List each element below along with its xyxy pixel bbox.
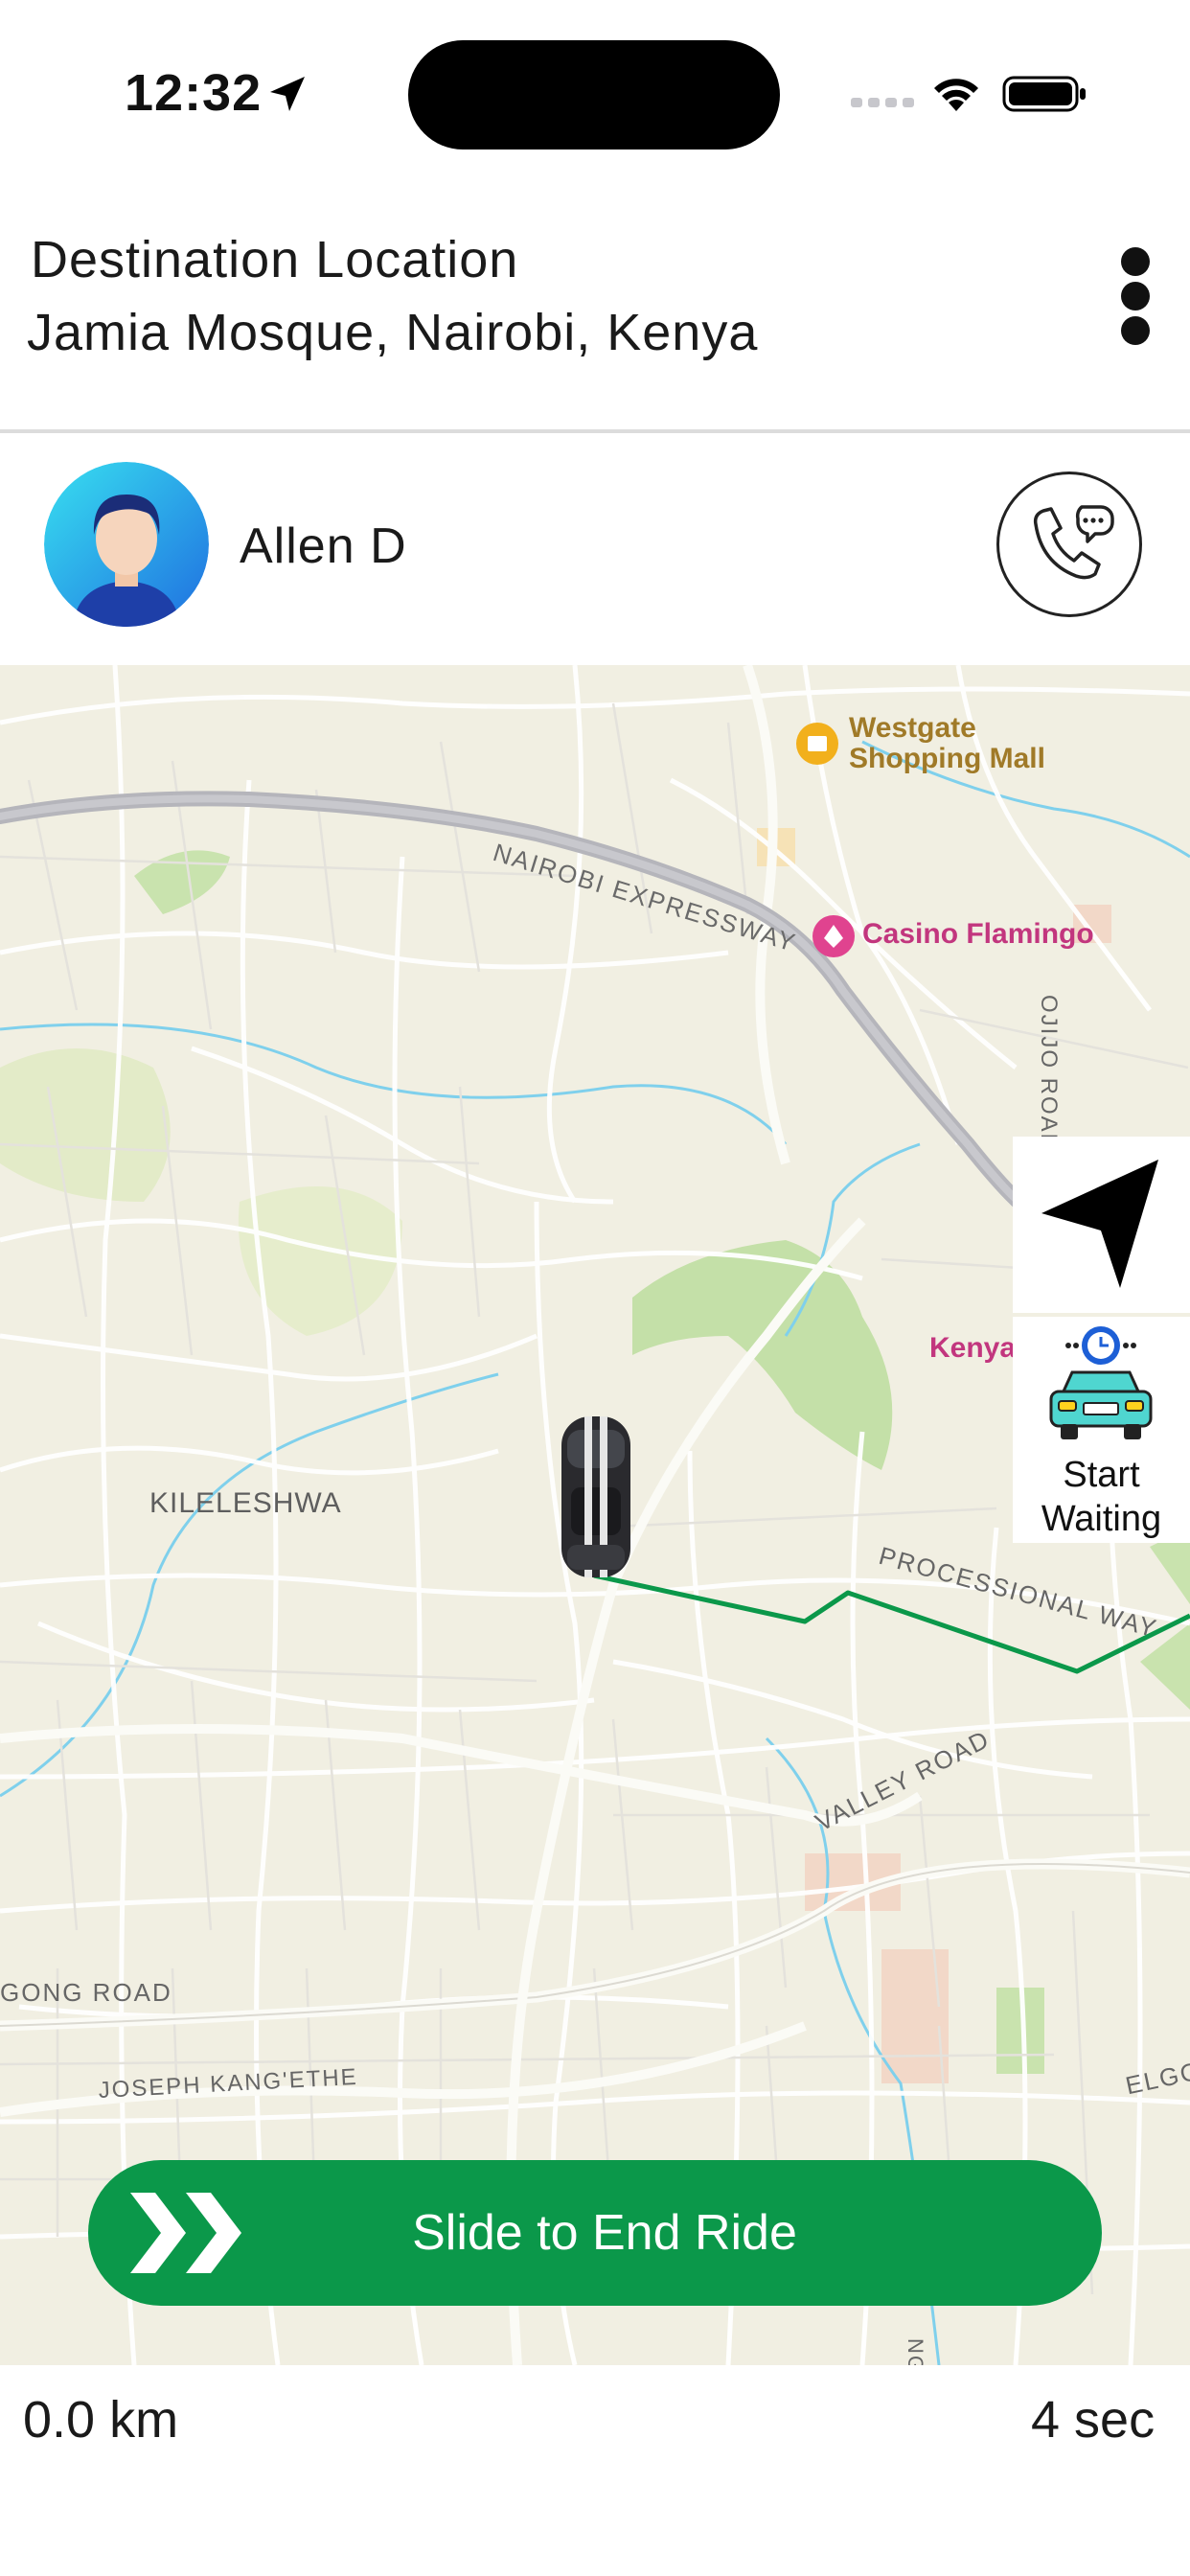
trip-distance: 0.0 km: [23, 2391, 179, 2449]
rider-avatar: [44, 462, 209, 627]
recenter-location-button[interactable]: [1013, 1137, 1190, 1313]
phone-chat-icon: [1033, 505, 1114, 580]
status-time: 12:32: [125, 64, 263, 122]
map-label-westgate: Westgate Shopping Mall: [849, 712, 1045, 774]
map-label-ojijo-road: OJIJO ROAD: [1036, 995, 1062, 1153]
dynamic-island: [408, 40, 780, 150]
header-divider: [0, 429, 1190, 433]
map-label-nga: NGA: [904, 2338, 927, 2365]
map-label-ngong-road: GONG ROAD: [0, 1978, 172, 2007]
map-label-kenya: Kenya: [929, 1332, 1017, 1364]
rider-name: Allen D: [240, 518, 407, 574]
wifi-icon: [934, 79, 978, 111]
user-avatar-icon: [44, 462, 209, 627]
battery-icon: [1002, 76, 1086, 112]
trip-duration: 4 sec: [1031, 2391, 1156, 2449]
slide-label: Slide to End Ride: [412, 2205, 797, 2261]
taxi-clock-icon: [1049, 1326, 1153, 1439]
location-arrow-icon: [270, 77, 305, 111]
slide-to-end-ride[interactable]: Slide to End Ride: [88, 2160, 1102, 2306]
vehicle-marker-icon: [561, 1416, 630, 1577]
destination-caption: Destination Location: [31, 231, 519, 288]
map-label-kileleshwa: KILELESHWA: [149, 1487, 342, 1519]
more-options-button[interactable]: [1111, 242, 1161, 347]
signal-icon: [851, 98, 914, 107]
map-label-casino: Casino Flamingo: [862, 918, 1094, 950]
map-view[interactable]: Westgate Shopping Mall NAIROBI EXPRESSWA…: [0, 665, 1190, 2365]
navigation-arrow-icon: [1041, 1160, 1158, 1288]
call-chat-button[interactable]: [996, 472, 1142, 617]
destination-address: Jamia Mosque, Nairobi, Kenya: [27, 304, 759, 361]
start-waiting-label: Start Waiting: [1041, 1455, 1162, 1539]
start-waiting-button[interactable]: Start Waiting: [1013, 1317, 1190, 1543]
